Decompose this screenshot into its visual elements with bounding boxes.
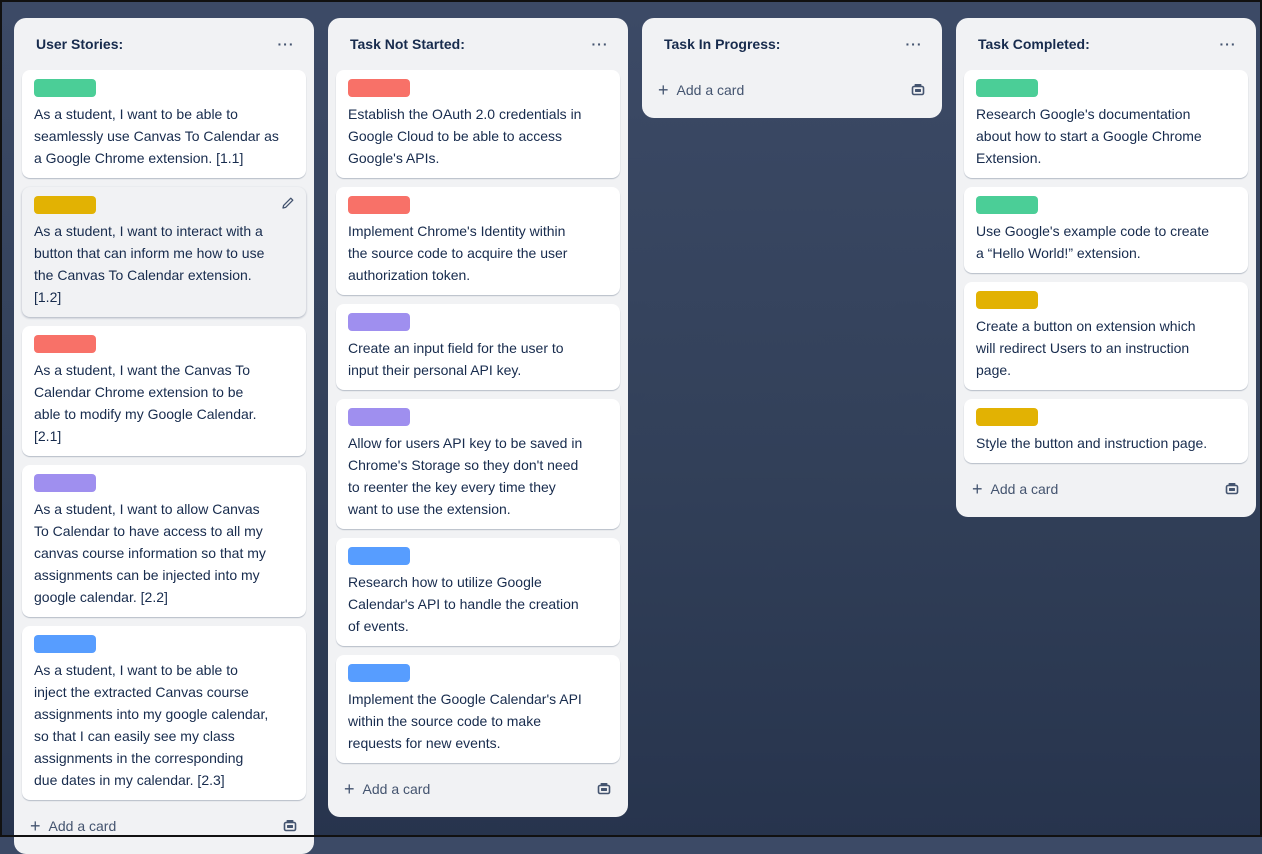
card[interactable]: Research how to utilize Google Calendar'… bbox=[336, 538, 620, 646]
plus-icon: + bbox=[658, 80, 669, 100]
card[interactable]: As a student, I want to be able to seaml… bbox=[22, 70, 306, 178]
card[interactable]: Style the button and instruction page. bbox=[964, 399, 1248, 463]
add-card-button[interactable]: + Add a card bbox=[972, 480, 1058, 498]
card-container: Research Google's documentation about ho… bbox=[964, 70, 1248, 463]
card-template-icon[interactable] bbox=[282, 818, 298, 834]
card[interactable]: As a student, I want the Canvas To Calen… bbox=[22, 326, 306, 456]
plus-icon: + bbox=[30, 816, 41, 836]
card-title: As a student, I want to be able to injec… bbox=[34, 662, 269, 788]
card-container: Establish the OAuth 2.0 credentials in G… bbox=[336, 70, 620, 763]
card-label[interactable] bbox=[348, 313, 410, 331]
card-template-icon[interactable] bbox=[596, 781, 612, 797]
list-title[interactable]: User Stories: bbox=[36, 36, 123, 52]
card[interactable]: Create a button on extension which will … bbox=[964, 282, 1248, 390]
card-label[interactable] bbox=[34, 196, 96, 214]
card[interactable]: Establish the OAuth 2.0 credentials in G… bbox=[336, 70, 620, 178]
card[interactable]: Create an input field for the user to in… bbox=[336, 304, 620, 390]
more-options-icon[interactable]: ··· bbox=[1214, 30, 1242, 58]
list-title[interactable]: Task Not Started: bbox=[350, 36, 465, 52]
add-card-button[interactable]: + Add a card bbox=[30, 817, 116, 835]
card[interactable]: As a student, I want to be able to injec… bbox=[22, 626, 306, 800]
card-label[interactable] bbox=[348, 547, 410, 565]
list-title[interactable]: Task In Progress: bbox=[664, 36, 780, 52]
card-label[interactable] bbox=[976, 408, 1038, 426]
list-2: Task In Progress: ··· + Add a card bbox=[642, 18, 942, 118]
card-title: Use Google's example code to create a “H… bbox=[976, 223, 1210, 261]
card-title: As a student, I want the Canvas To Calen… bbox=[34, 362, 257, 444]
card-label[interactable] bbox=[348, 408, 410, 426]
card-label[interactable] bbox=[976, 291, 1038, 309]
more-options-icon[interactable]: ··· bbox=[272, 30, 300, 58]
card-title: Research Google's documentation about ho… bbox=[976, 106, 1202, 166]
card-title: Implement Chrome's Identity within the s… bbox=[348, 223, 568, 283]
card-label[interactable] bbox=[34, 79, 96, 97]
list-footer: + Add a card bbox=[964, 469, 1248, 509]
more-options-icon[interactable]: ··· bbox=[900, 30, 928, 58]
card[interactable]: As a student, I want to allow Canvas To … bbox=[22, 465, 306, 617]
list-header[interactable]: Task Not Started: ··· bbox=[336, 18, 620, 70]
card-label[interactable] bbox=[348, 196, 410, 214]
more-options-icon[interactable]: ··· bbox=[586, 30, 614, 58]
list-1: Task Not Started: ··· Establish the OAut… bbox=[328, 18, 628, 817]
list-0: User Stories: ··· As a student, I want t… bbox=[14, 18, 314, 854]
card-title: Create a button on extension which will … bbox=[976, 318, 1196, 378]
list-title[interactable]: Task Completed: bbox=[978, 36, 1090, 52]
card-title: Style the button and instruction page. bbox=[976, 435, 1208, 451]
card-title: As a student, I want to allow Canvas To … bbox=[34, 501, 266, 605]
board: User Stories: ··· As a student, I want t… bbox=[14, 18, 1256, 854]
card-template-icon[interactable] bbox=[910, 82, 926, 98]
plus-icon: + bbox=[972, 479, 983, 499]
add-card-label: Add a card bbox=[362, 781, 431, 797]
plus-icon: + bbox=[344, 779, 355, 799]
card-label[interactable] bbox=[348, 664, 410, 682]
card-label[interactable] bbox=[34, 635, 96, 653]
add-card-label: Add a card bbox=[990, 481, 1059, 497]
card-container: As a student, I want to be able to seaml… bbox=[22, 70, 306, 800]
add-card-button[interactable]: + Add a card bbox=[344, 780, 430, 798]
list-header[interactable]: User Stories: ··· bbox=[22, 18, 306, 70]
list-header[interactable]: Task Completed: ··· bbox=[964, 18, 1248, 70]
card-title: Create an input field for the user to in… bbox=[348, 340, 564, 378]
card[interactable]: Implement the Google Calendar's API with… bbox=[336, 655, 620, 763]
card-label[interactable] bbox=[34, 474, 96, 492]
card-title: Research how to utilize Google Calendar'… bbox=[348, 574, 579, 634]
list-header[interactable]: Task In Progress: ··· bbox=[650, 18, 934, 70]
card-title: Establish the OAuth 2.0 credentials in G… bbox=[348, 106, 582, 166]
card-title: Allow for users API key to be saved in C… bbox=[348, 435, 583, 517]
card[interactable]: Research Google's documentation about ho… bbox=[964, 70, 1248, 178]
card-label[interactable] bbox=[348, 79, 410, 97]
card[interactable]: As a student, I want to interact with a … bbox=[22, 187, 306, 317]
list-3: Task Completed: ··· Research Google's do… bbox=[956, 18, 1256, 517]
list-footer: + Add a card bbox=[336, 769, 620, 809]
card-label[interactable] bbox=[34, 335, 96, 353]
card-title: Implement the Google Calendar's API with… bbox=[348, 691, 582, 751]
list-footer: + Add a card bbox=[650, 70, 934, 110]
card-title: As a student, I want to interact with a … bbox=[34, 223, 265, 305]
add-card-button[interactable]: + Add a card bbox=[658, 81, 744, 99]
list-footer: + Add a card bbox=[22, 806, 306, 846]
card-title: As a student, I want to be able to seaml… bbox=[34, 106, 279, 166]
add-card-label: Add a card bbox=[48, 818, 117, 834]
card[interactable]: Implement Chrome's Identity within the s… bbox=[336, 187, 620, 295]
card[interactable]: Use Google's example code to create a “H… bbox=[964, 187, 1248, 273]
card-label[interactable] bbox=[976, 196, 1038, 214]
card-label[interactable] bbox=[976, 79, 1038, 97]
add-card-label: Add a card bbox=[676, 82, 745, 98]
card-template-icon[interactable] bbox=[1224, 481, 1240, 497]
pencil-icon[interactable] bbox=[280, 195, 296, 211]
card[interactable]: Allow for users API key to be saved in C… bbox=[336, 399, 620, 529]
